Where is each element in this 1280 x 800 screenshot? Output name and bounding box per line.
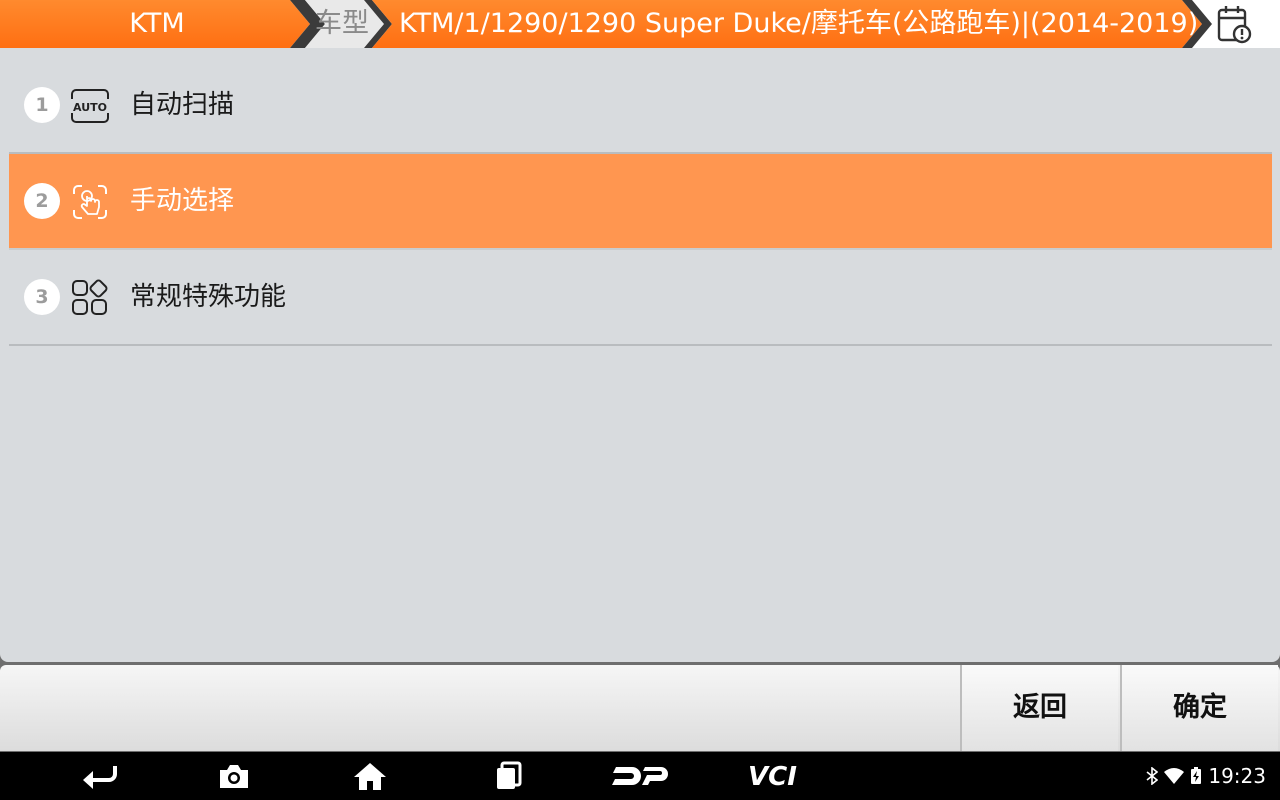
status-area: 19:23 xyxy=(1146,752,1266,800)
confirm-button[interactable]: 确定 xyxy=(1120,665,1278,751)
vci-logo-icon: VCI xyxy=(748,763,797,789)
bluetooth-icon xyxy=(1146,767,1159,785)
camera-icon xyxy=(220,765,248,788)
item-label: 自动扫描 xyxy=(130,90,235,120)
list-item-special-functions[interactable]: 3 常规特殊功能 xyxy=(9,250,1272,346)
svg-text:AUTO: AUTO xyxy=(73,101,107,114)
vci-app-button[interactable]: VCI xyxy=(746,760,810,792)
breadcrumb-vehicle-path[interactable]: KTM/1/1290/1290 Super Duke/摩托车(公路跑车)|(20… xyxy=(399,0,1198,48)
battery-charging-icon xyxy=(1191,767,1202,784)
svg-text:VCI: VCI xyxy=(748,763,797,789)
item-number-badge: 1 xyxy=(24,87,60,123)
system-nav-bar: VCI 19:23 xyxy=(0,752,1280,800)
item-label: 手动选择 xyxy=(130,186,235,216)
breadcrumb-bar: KTM 车型 KTM/1/1290/1290 Super Duke/摩托车(公路… xyxy=(0,0,1280,48)
breadcrumb-brand[interactable]: KTM xyxy=(0,0,314,48)
screenshot-nav-button[interactable] xyxy=(214,760,254,792)
back-nav-button[interactable] xyxy=(80,760,120,792)
item-label: 常规特殊功能 xyxy=(130,282,287,312)
list-item-auto-scan[interactable]: 1 AUTO 自动扫描 xyxy=(9,58,1272,154)
clock-time: 19:23 xyxy=(1208,764,1266,788)
hand-touch-icon xyxy=(73,185,107,219)
back-button[interactable]: 返回 xyxy=(960,665,1118,751)
apps-grid-icon xyxy=(72,279,108,315)
recents-nav-button[interactable] xyxy=(488,760,528,792)
function-list-panel: 1 AUTO 自动扫描 2 手动选择 3 常规特殊功能 xyxy=(0,48,1280,662)
wifi-icon xyxy=(1164,768,1185,784)
calendar-alert-icon xyxy=(1217,6,1252,44)
item-number-badge: 3 xyxy=(24,279,60,315)
recent-apps-icon xyxy=(497,761,522,789)
breadcrumb-model-tab[interactable]: 车型 xyxy=(306,0,378,48)
item-number-badge: 2 xyxy=(24,183,60,219)
dp-logo-icon xyxy=(612,767,668,785)
auto-scan-icon: AUTO xyxy=(70,89,110,123)
footer-button-bar: 返回 确定 xyxy=(0,665,1280,751)
dp-app-button[interactable] xyxy=(610,760,674,792)
report-calendar-button[interactable] xyxy=(1208,4,1260,44)
back-arrow-icon xyxy=(83,766,117,789)
home-icon xyxy=(354,763,386,790)
home-nav-button[interactable] xyxy=(350,760,390,792)
list-item-manual-select[interactable]: 2 手动选择 xyxy=(9,154,1272,250)
